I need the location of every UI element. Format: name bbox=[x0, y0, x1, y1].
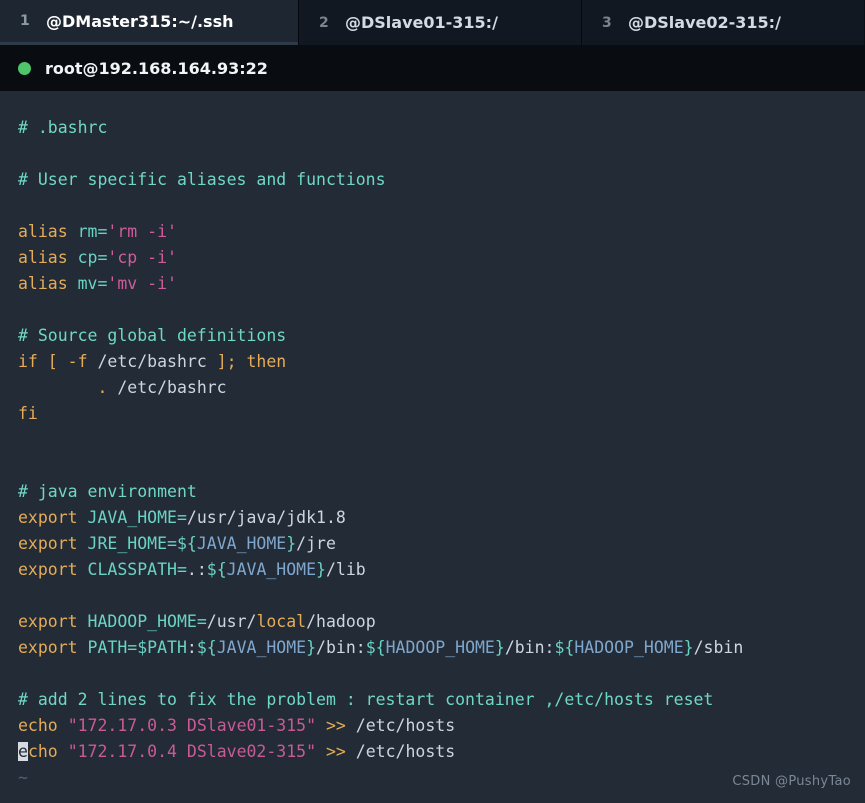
comment-token: # User specific aliases and functions bbox=[18, 170, 386, 189]
code-line: echo "172.17.0.3 DSlave01-315" >> /etc/h… bbox=[18, 713, 865, 739]
code-line: # User specific aliases and functions bbox=[18, 167, 865, 193]
watermark-label: CSDN @PushyTao bbox=[732, 774, 851, 789]
tab-index: 3 bbox=[602, 14, 612, 31]
tab-label: @DSlave02-315:/ bbox=[628, 13, 781, 32]
code-line: export JRE_HOME=${JAVA_HOME}/jre bbox=[18, 534, 336, 553]
path-token: /etc/hosts bbox=[355, 716, 456, 735]
tab-label: @DMaster315:~/.ssh bbox=[46, 11, 234, 31]
code-line: export PATH=$PATH:${JAVA_HOME}/bin:${HAD… bbox=[18, 638, 744, 657]
tab-index: 1 bbox=[20, 13, 30, 29]
code-line: # java environment bbox=[18, 479, 865, 505]
keyword-token: echo bbox=[18, 716, 58, 735]
tab-dslave01-315[interactable]: 2 @DSlave01-315:/ bbox=[298, 0, 581, 45]
code-line: export HADOOP_HOME=/usr/local/hadoop bbox=[18, 612, 376, 631]
comment-token: # java environment bbox=[18, 482, 197, 501]
vim-editor-pane[interactable]: # .bashrc # User specific aliases and fu… bbox=[0, 91, 865, 803]
code-line: alias cp='cp -i' bbox=[18, 248, 177, 267]
keyword-token: alias bbox=[18, 248, 68, 267]
code-line: # .bashrc bbox=[18, 115, 865, 141]
code-line: alias rm='rm -i' bbox=[18, 222, 177, 241]
redirect-operator: >> bbox=[325, 742, 346, 761]
tab-dmaster315[interactable]: 1 @DMaster315:~/.ssh bbox=[0, 0, 298, 45]
tab-index: 2 bbox=[319, 14, 329, 31]
terminal-tab-bar: 1 @DMaster315:~/.ssh 2 @DSlave01-315:/ 3… bbox=[0, 0, 865, 45]
code-line: # Source global definitions bbox=[18, 323, 865, 349]
keyword-token: alias bbox=[18, 222, 68, 241]
text-cursor[interactable]: e bbox=[18, 742, 28, 761]
code-line: # add 2 lines to fix the problem : resta… bbox=[18, 687, 865, 713]
string-token: 'cp -i' bbox=[107, 248, 177, 267]
code-line: export JAVA_HOME=/usr/java/jdk1.8 bbox=[18, 508, 346, 527]
string-token: 'mv -i' bbox=[107, 274, 177, 293]
keyword-token: fi bbox=[18, 404, 38, 423]
string-token: 'rm -i' bbox=[107, 222, 177, 241]
keyword-token: alias bbox=[18, 274, 68, 293]
string-token: "172.17.0.3 DSlave01-315" bbox=[67, 716, 317, 735]
variable-token: rm bbox=[77, 222, 98, 241]
comment-token: # .bashrc bbox=[18, 118, 108, 137]
connection-status-bar: root@192.168.164.93:22 bbox=[0, 45, 865, 91]
connection-host-label: root@192.168.164.93:22 bbox=[45, 58, 268, 78]
comment-token: # add 2 lines to fix the problem : resta… bbox=[18, 690, 714, 709]
string-token: "172.17.0.4 DSlave02-315" bbox=[67, 742, 317, 761]
code-line: . /etc/bashrc bbox=[18, 378, 227, 397]
tab-dslave02-315[interactable]: 3 @DSlave02-315:/ bbox=[581, 0, 864, 45]
code-line: export CLASSPATH=.:${JAVA_HOME}/lib bbox=[18, 560, 366, 579]
redirect-operator: >> bbox=[325, 716, 346, 735]
tab-label: @DSlave01-315:/ bbox=[345, 13, 498, 32]
variable-token: cp bbox=[77, 248, 98, 267]
tilde-icon: ~ bbox=[18, 768, 28, 787]
path-token: /etc/hosts bbox=[355, 742, 456, 761]
code-line-with-cursor: echo "172.17.0.4 DSlave02-315" >> /etc/h… bbox=[18, 742, 456, 761]
code-line: fi bbox=[18, 401, 865, 427]
variable-token: mv bbox=[77, 274, 98, 293]
code-line: if [ -f /etc/bashrc ]; then bbox=[18, 352, 287, 371]
comment-token: # Source global definitions bbox=[18, 326, 287, 345]
connected-dot-icon bbox=[18, 61, 31, 75]
code-line: alias mv='mv -i' bbox=[18, 274, 177, 293]
